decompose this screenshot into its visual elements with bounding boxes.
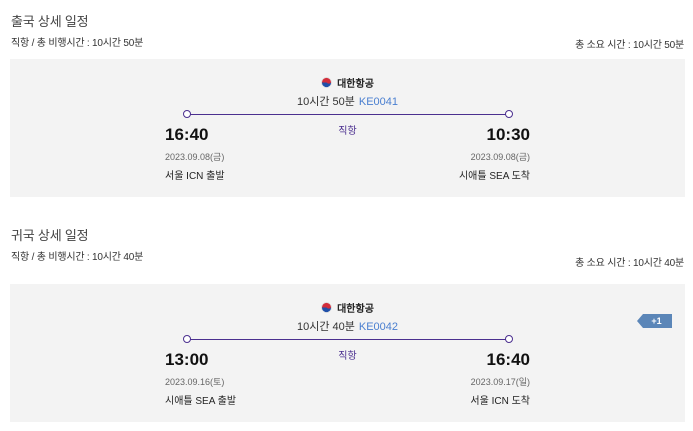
outbound-arrive-time: 10:30 xyxy=(486,125,530,144)
outbound-origin-dot xyxy=(183,110,191,118)
inbound-depart-date: 2023.09.16(토) xyxy=(165,377,225,387)
inbound-summary: 직항 / 총 비행시간 : 10시간 40분 xyxy=(11,252,144,263)
inbound-total-time: 총 소요 시간 : 10시간 40분 xyxy=(575,258,684,269)
outbound-depart-date: 2023.09.08(금) xyxy=(165,152,225,162)
inbound-flight-number[interactable]: KE0042 xyxy=(359,321,398,333)
outbound-airline: 대한항공 xyxy=(10,75,685,90)
inbound-section: 귀국 상세 일정 직항 / 총 비행시간 : 10시간 40분 총 소요 시간 … xyxy=(0,215,693,431)
inbound-direct-label: 직항 xyxy=(338,351,357,362)
inbound-flight-card: 대한항공 10시간 40분 KE0042 +1 직항 13:00 2023.09.… xyxy=(10,284,685,422)
outbound-depart-place: 서울 ICN 출발 xyxy=(165,171,225,182)
outbound-duration: 10시간 50분 xyxy=(296,96,355,108)
outbound-destination-dot xyxy=(505,110,513,118)
inbound-duration-row: 10시간 40분 KE0042 xyxy=(10,318,685,334)
outbound-total-time: 총 소요 시간 : 10시간 50분 xyxy=(575,40,684,51)
inbound-route-line xyxy=(183,335,513,343)
korean-air-logo-icon xyxy=(321,302,332,313)
inbound-airline: 대한항공 xyxy=(10,300,685,315)
inbound-duration: 10시간 40분 xyxy=(296,321,355,333)
outbound-duration-row: 10시간 50분 KE0041 xyxy=(10,93,685,109)
inbound-origin-dot xyxy=(183,335,191,343)
outbound-title: 출국 상세 일정 xyxy=(11,14,89,29)
inbound-arrive-place: 서울 ICN 도착 xyxy=(470,396,530,407)
outbound-flight-card: 대한항공 10시간 50분 KE0041 직항 16:40 2023.09.08(… xyxy=(10,59,685,197)
inbound-title: 귀국 상세 일정 xyxy=(11,228,89,243)
inbound-destination-dot xyxy=(505,335,513,343)
inbound-arrive-date: 2023.09.17(일) xyxy=(470,377,530,387)
outbound-direct-label: 직항 xyxy=(338,126,357,137)
outbound-arrive-date: 2023.09.08(금) xyxy=(470,152,530,162)
inbound-depart-place: 시애틀 SEA 출발 xyxy=(165,396,237,407)
inbound-depart-time: 13:00 xyxy=(165,350,209,369)
korean-air-logo-icon xyxy=(321,77,332,88)
outbound-airline-name: 대한항공 xyxy=(337,79,374,90)
outbound-summary: 직항 / 총 비행시간 : 10시간 50분 xyxy=(11,38,144,49)
day-offset-badge: +1 xyxy=(637,314,672,328)
inbound-airline-name: 대한항공 xyxy=(337,304,374,315)
outbound-arrive-place: 시애틀 SEA 도착 xyxy=(458,171,530,182)
outbound-section: 출국 상세 일정 직항 / 총 비행시간 : 10시간 50분 총 소요 시간 … xyxy=(0,0,693,215)
outbound-route-line xyxy=(183,110,513,118)
inbound-arrive-time: 16:40 xyxy=(486,350,530,369)
outbound-flight-number[interactable]: KE0041 xyxy=(359,96,398,108)
outbound-depart-time: 16:40 xyxy=(165,125,209,144)
